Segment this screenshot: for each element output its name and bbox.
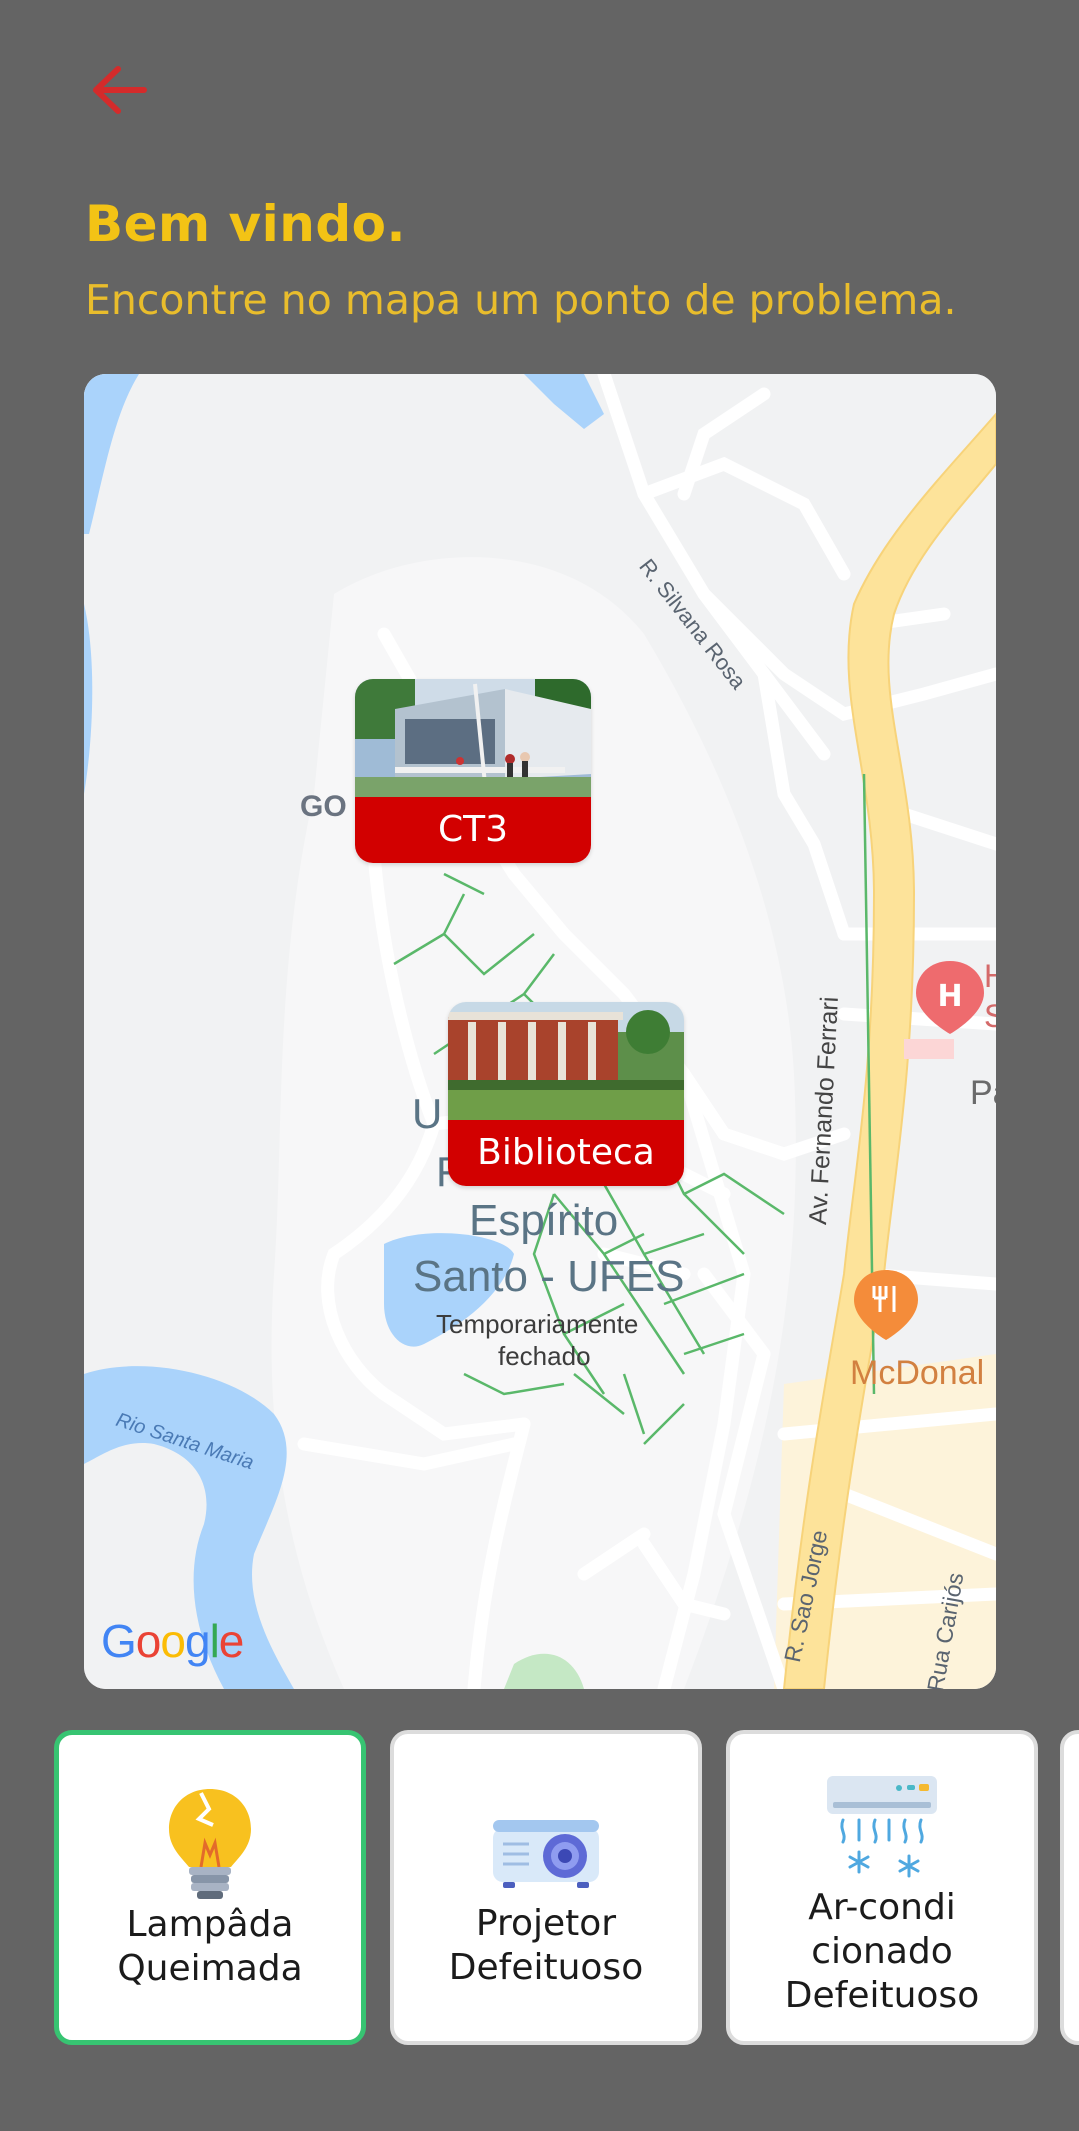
broken-lightbulb-icon (169, 1789, 251, 1899)
poi-label-h: H (984, 958, 996, 994)
card-label-line1: Lampâda (126, 1904, 294, 1945)
place-label-univ-4: Santo - UFES (413, 1252, 685, 1301)
poi-label-pa: Pa (970, 1074, 996, 1112)
place-label-univ-3: Espírito (469, 1196, 619, 1245)
card-label-line2: cionado (811, 1931, 953, 1972)
marker-label: CT3 (355, 797, 591, 863)
map-marker-biblioteca[interactable]: Biblioteca (448, 1002, 684, 1186)
ct3-photo (355, 679, 591, 797)
air-conditioner-icon (827, 1776, 937, 1878)
card-label-line2: Queimada (117, 1948, 303, 1989)
problem-type-carousel[interactable]: Lampâda Queimada Projetor Defeituoso Ar-… (0, 1730, 1079, 2050)
page-subtitle: Encontre no mapa um ponto de problema. (85, 276, 957, 324)
card-label-line3: Defeituoso (784, 1975, 980, 2016)
poi-label-mcdonalds: McDonal (850, 1354, 985, 1392)
google-logo: Google (101, 1615, 244, 1667)
back-button[interactable] (80, 55, 160, 125)
arrow-left-icon (93, 66, 147, 114)
page-title: Bem vindo. (85, 195, 406, 253)
problem-card-lampada[interactable]: Lampâda Queimada (54, 1730, 366, 2045)
marker-label: Biblioteca (448, 1120, 684, 1186)
card-label-line2: Defeituoso (448, 1947, 644, 1988)
place-label-univ-1: U (412, 1090, 443, 1137)
closed-label-2: fechado (498, 1341, 591, 1371)
poi-label-s: S (984, 998, 996, 1034)
map-marker-ct3[interactable]: CT3 (355, 679, 591, 863)
projector-icon (493, 1820, 599, 1888)
card-label-line1: Projetor (475, 1903, 617, 1944)
place-label-go: GO (300, 790, 347, 823)
card-label-line1: Ar-condi (808, 1887, 956, 1928)
map-view[interactable]: H R. Silvana Rosa Av. Fernando Ferrari R… (84, 374, 996, 1689)
problem-card-projetor[interactable]: Projetor Defeituoso (390, 1730, 702, 2045)
closed-label-1: Temporariamente (436, 1309, 639, 1339)
problem-card-partial[interactable] (1060, 1730, 1079, 2045)
biblioteca-photo (448, 1002, 684, 1120)
svg-text:H: H (937, 979, 962, 1014)
problem-card-ar-condicionado[interactable]: Ar-condi cionado Defeituoso (726, 1730, 1038, 2045)
